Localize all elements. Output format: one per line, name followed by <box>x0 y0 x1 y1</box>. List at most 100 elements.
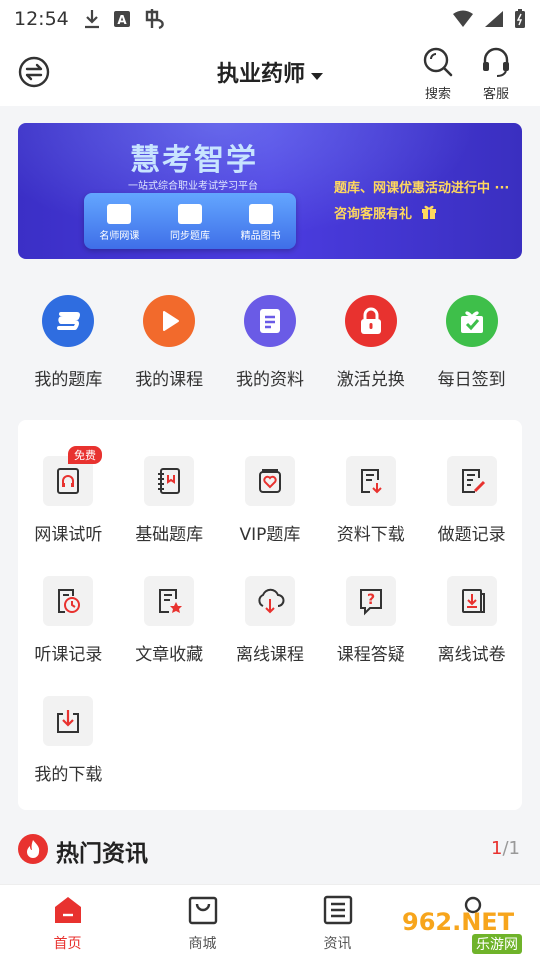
quick-daily-checkin[interactable]: 每日签到 <box>421 290 522 400</box>
free-badge: 免费 <box>68 446 102 464</box>
gift-icon <box>421 205 436 219</box>
banner-panel-item: 同步题库 <box>170 204 210 242</box>
svg-text:?: ? <box>367 592 375 608</box>
document-icon <box>243 295 296 347</box>
banner-panel-label: 同步题库 <box>169 231 210 242</box>
watermark-subtext: 乐游网 <box>472 934 522 954</box>
question-bubble-icon: ? <box>345 576 396 626</box>
service-label: 客服 <box>482 87 509 102</box>
svg-text:A: A <box>117 13 127 27</box>
grid-item-label: VIP题库 <box>239 525 301 545</box>
grid-item-lesson-record[interactable]: 听课记录 <box>18 576 119 696</box>
quick-label: 我的资料 <box>235 370 304 390</box>
question-bank-icon <box>42 295 95 347</box>
news-pager: 1/1 <box>491 838 520 859</box>
banner-brand: 慧考智学 <box>130 143 258 178</box>
home-icon <box>54 897 81 923</box>
grid-item-article-favorites[interactable]: 文章收藏 <box>119 576 220 696</box>
tab-mall[interactable]: 商城 <box>135 885 270 960</box>
banner-panel-item: 精品图书 <box>241 204 281 242</box>
font-icon: A <box>113 11 130 27</box>
tab-news[interactable]: 资讯 <box>270 885 405 960</box>
quick-label: 激活兑换 <box>336 370 405 390</box>
gift-icon <box>445 295 498 347</box>
app-notification-icon <box>145 9 164 30</box>
quick-label: 我的课程 <box>135 370 204 390</box>
tab-label: 资讯 <box>323 936 352 952</box>
shopping-bag-icon <box>188 896 217 925</box>
grid-item-label: 基础题库 <box>135 525 204 545</box>
vip-folder-icon <box>244 456 295 506</box>
watermark-text: 962.NET <box>402 908 515 936</box>
grid-item-material-download[interactable]: 资料下载 <box>320 456 421 576</box>
grid-item-label: 我的下载 <box>34 765 103 785</box>
tab-label: 首页 <box>53 936 82 952</box>
banner-panel: 名师网课 同步题库 精品图书 <box>84 193 296 249</box>
book-icon <box>248 204 273 224</box>
battery-icon <box>515 9 525 28</box>
grid-item-offline-courses[interactable]: 离线课程 <box>220 576 321 696</box>
grid-item-label: 离线试卷 <box>437 645 506 665</box>
quick-my-materials[interactable]: 我的资料 <box>220 290 321 400</box>
quick-my-question-bank[interactable]: 我的题库 <box>18 290 119 400</box>
page-title: 执业药师 <box>216 62 305 87</box>
pager-total: /1 <box>502 838 520 859</box>
cloud-download-icon <box>244 576 295 626</box>
status-time: 12:54 <box>14 8 69 30</box>
video-icon <box>107 204 132 224</box>
app-header: 执业药师 搜索 客服 <box>0 38 540 106</box>
offline-paper-icon <box>446 576 497 626</box>
grid-item-label: 文章收藏 <box>135 645 204 665</box>
notebook-icon <box>144 456 195 506</box>
banner-slogan: 一站式综合职业考试学习平台 <box>128 181 258 192</box>
news-icon <box>323 895 352 925</box>
star-article-icon <box>144 576 195 626</box>
download-icon <box>84 10 99 29</box>
grid-item-offline-papers[interactable]: 离线试卷 <box>421 576 522 696</box>
site-watermark: 962.NET 乐游网 <box>402 908 534 954</box>
grid-item-trial-lesson[interactable]: 免费 网课试听 <box>18 446 119 576</box>
grid-item-label: 做题记录 <box>437 525 506 545</box>
grid-item-vip-bank[interactable]: VIP题库 <box>220 456 321 576</box>
hot-news-header: 热门资讯 1/1 <box>0 820 540 880</box>
signal-icon <box>485 11 503 27</box>
chevron-down-icon <box>311 73 323 80</box>
grid-item-label: 网课试听 <box>34 525 103 545</box>
banner-promo-text: 咨询客服有礼 <box>334 207 413 222</box>
banner-promo-line2: 咨询客服有礼 <box>334 203 437 222</box>
grid-item-course-qa[interactable]: ? 课程答疑 <box>320 576 421 696</box>
section-title: 热门资讯 <box>56 841 148 867</box>
search-button[interactable]: 搜索 <box>416 46 460 102</box>
promo-banner[interactable]: 慧考智学 一站式综合职业考试学习平台 名师网课 同步题库 精品图书 题库、网课优… <box>18 123 522 259</box>
customer-service-button[interactable]: 客服 <box>474 46 518 102</box>
edit-record-icon <box>446 456 497 506</box>
grid-item-label: 离线课程 <box>235 645 304 665</box>
grid-item-label: 课程答疑 <box>336 645 405 665</box>
feature-grid-card: 免费 网课试听 基础题库 VIP题库 资料下载 做题记录 听课记录 文章收藏 离… <box>18 420 522 810</box>
grid-item-practice-record[interactable]: 做题记录 <box>421 456 522 576</box>
clock-record-icon <box>43 576 94 626</box>
search-label: 搜索 <box>424 87 451 102</box>
grid-item-basic-bank[interactable]: 基础题库 <box>119 456 220 576</box>
quick-label: 每日签到 <box>437 370 506 390</box>
lock-icon <box>344 295 397 347</box>
quick-activate-redeem[interactable]: 激活兑换 <box>320 290 421 400</box>
file-download-icon <box>345 456 396 506</box>
tab-home[interactable]: 首页 <box>0 885 135 960</box>
grid-item-my-downloads[interactable]: 我的下载 <box>18 696 119 816</box>
headset-icon <box>483 47 509 77</box>
flame-icon <box>18 834 48 864</box>
pager-current: 1 <box>491 838 503 859</box>
quick-my-courses[interactable]: 我的课程 <box>119 290 220 400</box>
grid-item-label: 听课记录 <box>34 645 103 665</box>
feature-grid: 免费 网课试听 基础题库 VIP题库 资料下载 做题记录 听课记录 文章收藏 离… <box>18 446 522 816</box>
status-bar: 12:54 A <box>0 0 540 38</box>
banner-panel-label: 精品图书 <box>240 231 281 242</box>
download-box-icon <box>43 696 94 746</box>
banner-panel-label: 名师网课 <box>99 231 140 242</box>
quick-actions: 我的题库 我的课程 我的资料 激活兑换 每日签到 <box>18 290 522 400</box>
banner-panel-item: 名师网课 <box>99 204 139 242</box>
wifi-icon <box>453 10 473 27</box>
grid-item-label: 资料下载 <box>336 525 405 545</box>
practice-icon <box>177 204 202 224</box>
